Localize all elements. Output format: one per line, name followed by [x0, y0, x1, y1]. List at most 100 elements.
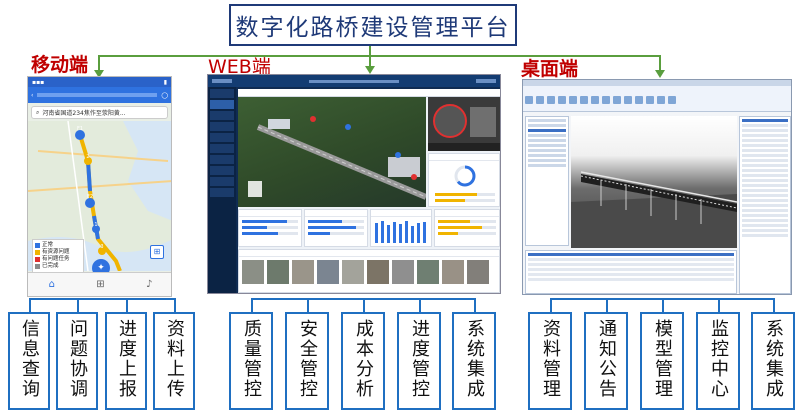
web-nav-item[interactable]	[210, 166, 234, 175]
web-nav-item[interactable]	[210, 100, 234, 109]
web-nav-item[interactable]	[210, 111, 234, 120]
web-screenshot	[207, 74, 501, 294]
panel-header	[429, 154, 499, 161]
home-icon[interactable]: ⌂	[49, 279, 55, 290]
feature-box: 成本分析	[341, 312, 385, 410]
mobile-header: ‹ ◯	[28, 87, 171, 103]
panel-header	[239, 210, 301, 217]
mobile-map-legend: 正常 有资源问题 有问题任务 已完成	[32, 239, 84, 273]
web-photo-strip	[238, 249, 500, 293]
web-user	[476, 79, 496, 83]
feature-box: 资料管理	[528, 312, 572, 410]
page-title: 数字化路桥建设管理平台	[229, 4, 517, 46]
legend-item: 正常	[35, 242, 81, 249]
feature-box: 监控中心	[696, 312, 740, 410]
ribbon-button-icon[interactable]	[558, 96, 566, 104]
marker-label-1: 1	[94, 222, 98, 228]
panel-header	[371, 210, 431, 217]
site-photo[interactable]	[367, 260, 389, 284]
feature-box: 模型管理	[640, 312, 684, 410]
feature-box: 系统集成	[452, 312, 496, 410]
web-chart-panel-3	[370, 209, 432, 247]
ribbon-button-icon[interactable]	[657, 96, 665, 104]
ribbon-button-icon[interactable]	[602, 96, 610, 104]
legend-item: 已完成	[35, 263, 81, 270]
legend-swatch	[35, 250, 40, 255]
web-column-chart	[375, 221, 426, 243]
site-photo[interactable]	[392, 260, 414, 284]
desktop-model-tree	[525, 116, 569, 246]
feature-box: 问题协调	[56, 312, 98, 410]
mobile-search-text: 河南省国道234焦作至荥阳黄...	[42, 110, 126, 117]
site-photo[interactable]	[317, 260, 339, 284]
site-photo[interactable]	[417, 260, 439, 284]
ribbon-button-icon[interactable]	[591, 96, 599, 104]
web-3d-view	[238, 97, 428, 207]
web-chart-panel-2	[304, 209, 368, 247]
web-sidebar	[208, 87, 236, 293]
client-label-mobile: 移动端	[31, 54, 89, 76]
ribbon-button-icon[interactable]	[646, 96, 654, 104]
legend-swatch	[35, 243, 40, 248]
marker-label-2: 2	[86, 154, 90, 160]
web-progress-panel	[428, 153, 500, 207]
web-chart-panel-1	[238, 209, 302, 247]
feature-box: 系统集成	[751, 312, 795, 410]
web-header-title	[309, 79, 399, 83]
arrow-web-icon	[365, 66, 375, 74]
feature-box: 进度管控	[397, 312, 441, 410]
desktop-data-grid	[525, 250, 737, 294]
marker-label-f1: F1	[76, 126, 84, 132]
back-arrow-icon: ‹	[31, 91, 34, 99]
site-photo[interactable]	[292, 260, 314, 284]
ribbon-button-icon[interactable]	[525, 96, 533, 104]
arrow-desktop-icon	[655, 70, 665, 78]
mobile-screenshot: ▪▪▪ ▮ ‹ ◯ ⌕ 河南省国道234焦作至荥阳黄... F1 F2 1 2 …	[27, 76, 172, 297]
ribbon-button-icon[interactable]	[547, 96, 555, 104]
ribbon-button-icon[interactable]	[536, 96, 544, 104]
ribbon-button-icon[interactable]	[668, 96, 676, 104]
desktop-property-panel	[739, 116, 791, 294]
feature-box: 安全管控	[285, 312, 329, 410]
web-logo	[212, 79, 232, 83]
site-photo[interactable]	[242, 260, 264, 284]
web-camera-feed	[428, 97, 500, 151]
web-nav-item[interactable]	[210, 133, 234, 142]
site-photo[interactable]	[442, 260, 464, 284]
feature-box: 通知公告	[584, 312, 628, 410]
bell-icon[interactable]: ♪	[146, 279, 152, 290]
search-icon: ⌕	[36, 108, 40, 116]
ribbon-button-icon[interactable]	[580, 96, 588, 104]
camera-svg	[428, 97, 500, 151]
connector-desktop	[659, 55, 661, 71]
progress-ring	[454, 165, 476, 187]
user-icon: ◯	[161, 91, 168, 99]
bracket-mobile	[29, 298, 175, 300]
desktop-ribbon	[523, 86, 791, 112]
site-photo[interactable]	[467, 260, 489, 284]
site-photo[interactable]	[342, 260, 364, 284]
site-photo[interactable]	[267, 260, 289, 284]
ribbon-button-icon[interactable]	[569, 96, 577, 104]
web-breadcrumb	[238, 89, 500, 97]
panel-header	[305, 210, 367, 217]
web-nav-item[interactable]	[210, 144, 234, 153]
panel-header	[435, 210, 499, 217]
feature-box: 信息查询	[8, 312, 50, 410]
ribbon-button-icon[interactable]	[635, 96, 643, 104]
web-nav-item[interactable]	[210, 188, 234, 197]
panel-header	[239, 250, 499, 257]
web-nav-item[interactable]	[210, 155, 234, 164]
mobile-status-bar: ▪▪▪ ▮	[28, 77, 171, 87]
web-nav-item[interactable]	[210, 122, 234, 131]
ribbon-button-icon[interactable]	[613, 96, 621, 104]
marker-label-f2: F2	[86, 194, 94, 200]
legend-swatch	[35, 257, 40, 262]
web-nav-item[interactable]	[210, 177, 234, 186]
web-nav-item[interactable]	[210, 89, 234, 98]
map-layer-icon[interactable]: ⊞	[150, 245, 164, 259]
grid-icon[interactable]: ⊞	[96, 279, 104, 290]
web-chart-panel-4	[434, 209, 500, 247]
ribbon-button-icon[interactable]	[624, 96, 632, 104]
desktop-3d-viewport	[571, 116, 738, 248]
